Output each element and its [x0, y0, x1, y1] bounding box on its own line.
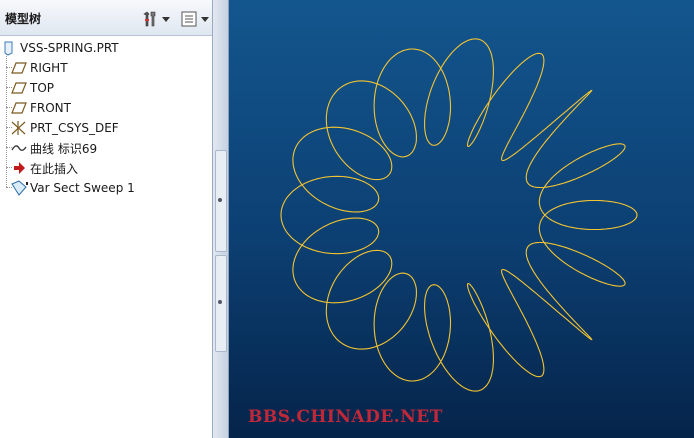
model-tree-panel: 模型树 VSS-SPRING.PRT RIGHT TOP FRONT PRT_C… — [0, 0, 213, 438]
tree-node-root[interactable]: VSS-SPRING.PRT — [0, 38, 119, 58]
spring-curve-path — [280, 38, 638, 392]
tree-node-sweep[interactable]: Var Sect Sweep 1 — [10, 178, 135, 198]
part-icon — [0, 39, 18, 57]
panel-splitter[interactable] — [213, 0, 229, 438]
tree-node-top[interactable]: TOP — [10, 78, 54, 98]
tree-node-label: VSS-SPRING.PRT — [20, 41, 119, 55]
insert-arrow-icon — [10, 159, 28, 177]
chevron-down-icon — [201, 16, 209, 22]
tools-icon — [143, 11, 156, 27]
tree-node-csys[interactable]: PRT_CSYS_DEF — [10, 118, 119, 138]
sweep-icon — [10, 179, 28, 197]
tree-node-label: RIGHT — [30, 61, 68, 75]
graphics-viewport[interactable] — [229, 0, 694, 438]
datum-plane-icon — [10, 79, 28, 97]
splitter-grip-dot — [218, 300, 222, 304]
tree-node-front[interactable]: FRONT — [10, 98, 71, 118]
tree-show-button[interactable] — [180, 9, 209, 29]
list-icon — [181, 11, 197, 27]
tree-settings-button[interactable] — [141, 9, 170, 29]
tree-node-label: TOP — [30, 81, 55, 95]
splitter-grip-dot — [218, 198, 222, 202]
tree-node-right[interactable]: RIGHT — [10, 58, 68, 78]
csys-icon — [10, 119, 28, 137]
datum-plane-icon — [10, 99, 28, 117]
tree-node-label: Var Sect Sweep 1 — [30, 181, 135, 195]
tree-node-curve[interactable]: 曲线 标识69 — [10, 138, 97, 158]
watermark-text: BBS.CHINADE.NET — [248, 407, 443, 427]
tree-node-label: 曲线 标识69 — [30, 141, 98, 156]
tree-node-insert-here[interactable]: 在此插入 — [10, 158, 78, 178]
model-tree-header: 模型树 — [0, 0, 212, 36]
tree-node-label: PRT_CSYS_DEF — [30, 121, 119, 135]
spring-curve — [280, 38, 638, 392]
datum-plane-icon — [10, 59, 28, 77]
model-tree-title: 模型树 — [5, 12, 42, 26]
tree-node-label: FRONT — [30, 101, 71, 115]
tree-node-label: 在此插入 — [30, 161, 79, 176]
curve-icon — [10, 139, 28, 157]
chevron-down-icon — [162, 16, 170, 22]
